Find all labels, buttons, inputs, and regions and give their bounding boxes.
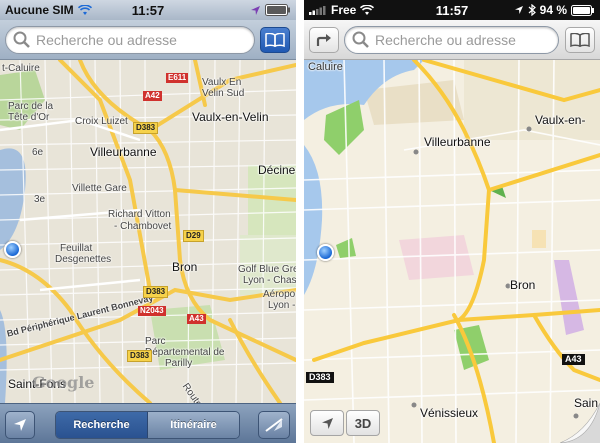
label-golf: Golf Blue Green <box>238 264 296 275</box>
tab-recherche[interactable]: Recherche <box>56 412 148 438</box>
divider <box>296 0 304 443</box>
label-parilly: Parilly <box>165 358 193 369</box>
directions-button[interactable] <box>309 27 339 53</box>
label-tete-dor: Tête d'Or <box>8 112 50 123</box>
shield-e611: E611 <box>166 73 189 83</box>
label-vaulx-en: Vaulx En <box>202 77 242 88</box>
search-input[interactable]: Recherche ou adresse <box>5 26 255 54</box>
label-parc-departemental: Départemental de <box>145 347 225 358</box>
label-parc: Parc <box>145 336 166 347</box>
status-bar: Free 11:57 94 % <box>304 0 600 20</box>
google-logo: Google <box>32 373 95 392</box>
search-placeholder: Recherche ou adresse <box>36 32 177 48</box>
search-bar: Recherche ou adresse <box>0 20 296 60</box>
shield-n2043: N2043 <box>138 306 166 316</box>
search-icon <box>352 31 369 48</box>
label-caluire: Caluire <box>308 61 343 73</box>
label-velin-sud: Velin Sud <box>202 88 245 99</box>
label-vaulx-en-velin: Vaulx-en-Velin <box>192 110 269 124</box>
apple-map[interactable]: Caluire Villeurbanne Vaulx-en- Bron Véni… <box>304 60 600 443</box>
search-bar: Recherche ou adresse <box>304 20 600 60</box>
label-villeurbanne: Villeurbanne <box>424 135 491 149</box>
shield-d383-b: D383 <box>143 286 169 298</box>
3d-button[interactable]: 3D <box>346 410 380 436</box>
label-3e: 3e <box>34 194 46 205</box>
status-time: 11:57 <box>435 2 469 18</box>
label-richard-vitton: Richard Vitton <box>108 209 171 220</box>
page-curl-icon[interactable] <box>560 403 600 443</box>
page-curl-icon <box>265 418 283 432</box>
shield-d383: D383 <box>306 372 334 383</box>
label-bron: Bron <box>510 278 536 292</box>
google-map[interactable]: t-Caluire Parc de la Tête d'Or Croix Lui… <box>0 60 296 421</box>
label-vaulx: Vaulx-en- <box>535 113 586 127</box>
page-curl-button[interactable] <box>258 411 290 439</box>
status-time: 11:57 <box>131 2 165 18</box>
bookmarks-icon <box>570 33 590 47</box>
label-lyon-chass: Lyon - Chass <box>243 275 296 286</box>
label-desgenettes: Desgenettes <box>55 254 112 265</box>
location-arrow-icon <box>14 419 26 431</box>
label-chambovet: - Chambovet <box>114 221 172 232</box>
label-decines: Décines <box>258 163 296 177</box>
locate-button[interactable] <box>310 410 344 436</box>
label-feuillat: Feuillat <box>60 243 93 254</box>
shield-a43: A43 <box>187 314 206 324</box>
directions-arrow-icon <box>316 34 331 46</box>
tab-itineraire[interactable]: Itinéraire <box>148 412 239 438</box>
status-bar: Aucune SIM 11:57 <box>0 0 296 20</box>
bookmarks-button[interactable] <box>565 27 595 53</box>
label-6e: 6e <box>32 147 44 158</box>
search-icon <box>13 31 30 48</box>
search-placeholder: Recherche ou adresse <box>375 32 516 48</box>
label-lyon-bron: Lyon - Bron <box>268 300 296 311</box>
shield-d383-a: D383 <box>133 122 159 134</box>
label-croix-luizet: Croix Luizet <box>75 116 128 127</box>
shield-d383-c: D383 <box>127 350 153 362</box>
shield-a42: A42 <box>143 91 162 101</box>
label-aeroport: Aéroport <box>263 289 296 300</box>
bottom-toolbar: Recherche Itinéraire <box>0 403 296 443</box>
locate-button[interactable] <box>5 411 35 439</box>
label-parc-tete-dor: Parc de la <box>8 101 54 112</box>
label-venissieux: Vénissieux <box>420 406 479 420</box>
location-arrow-icon <box>321 417 333 429</box>
left-screenshot: Aucune SIM 11:57 Recherche ou adresse t-… <box>0 0 296 443</box>
current-location-dot <box>4 241 21 258</box>
search-input[interactable]: Recherche ou adresse <box>344 26 559 54</box>
right-screenshot: Free 11:57 94 % Recherche ou adresse Cal… <box>304 0 600 443</box>
label-bron: Bron <box>172 260 198 274</box>
mode-segmented-control: Recherche Itinéraire <box>55 411 240 439</box>
shield-d29: D29 <box>183 230 204 242</box>
current-location-dot <box>317 244 334 261</box>
bookmarks-icon <box>265 33 285 47</box>
label-villette-gare: Villette Gare <box>72 183 127 194</box>
bookmarks-button[interactable] <box>260 27 290 53</box>
label-villeurbanne: Villeurbanne <box>90 145 157 159</box>
label-caluire: t-Caluire <box>2 63 40 74</box>
shield-a43: A43 <box>562 354 585 365</box>
